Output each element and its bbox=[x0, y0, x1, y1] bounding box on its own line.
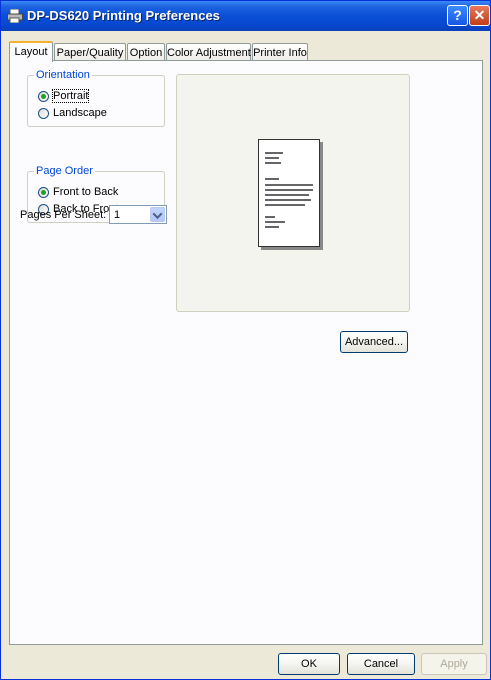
tab-printer-info[interactable]: Printer Info bbox=[252, 43, 308, 61]
page-order-legend: Page Order bbox=[34, 165, 95, 177]
help-icon: ? bbox=[453, 7, 462, 23]
title-bar[interactable]: DP-DS620 Printing Preferences ? ✕ bbox=[1, 1, 490, 31]
radio-icon bbox=[38, 107, 49, 119]
apply-button[interactable]: Apply bbox=[421, 653, 487, 675]
radio-selected-icon bbox=[38, 186, 49, 198]
printer-icon bbox=[7, 9, 23, 23]
portrait-label: Portrait bbox=[51, 89, 90, 103]
orientation-legend: Orientation bbox=[34, 69, 92, 81]
tab-option[interactable]: Option bbox=[127, 43, 165, 61]
pages-per-sheet-label: Pages Per Sheet: bbox=[20, 209, 107, 221]
tab-color-adjustment[interactable]: Color Adjustment bbox=[166, 43, 251, 61]
ok-button[interactable]: OK bbox=[278, 653, 340, 675]
tab-layout[interactable]: Layout bbox=[9, 41, 53, 62]
close-icon: ✕ bbox=[473, 7, 486, 23]
window-title: DP-DS620 Printing Preferences bbox=[27, 8, 220, 23]
front-to-back-label: Front to Back bbox=[53, 186, 119, 198]
page-preview-icon bbox=[258, 139, 320, 247]
portrait-radio[interactable]: Portrait bbox=[38, 89, 90, 103]
tab-paper-quality[interactable]: Paper/Quality bbox=[54, 43, 126, 61]
pages-per-sheet-value: 1 bbox=[114, 209, 121, 221]
radio-selected-icon bbox=[38, 90, 49, 102]
advanced-button[interactable]: Advanced... bbox=[340, 331, 408, 353]
orientation-group: Orientation Portrait Landscape bbox=[27, 69, 165, 127]
printing-preferences-dialog: DP-DS620 Printing Preferences ? ✕ Layout… bbox=[0, 0, 491, 680]
front-to-back-radio[interactable]: Front to Back bbox=[38, 185, 118, 199]
chevron-down-icon[interactable] bbox=[150, 207, 165, 222]
cancel-button[interactable]: Cancel bbox=[347, 653, 415, 675]
landscape-label: Landscape bbox=[53, 107, 107, 119]
landscape-radio[interactable]: Landscape bbox=[38, 106, 107, 120]
close-button[interactable]: ✕ bbox=[469, 5, 490, 26]
help-button[interactable]: ? bbox=[447, 5, 468, 26]
pages-per-sheet-select[interactable]: 1 bbox=[109, 205, 167, 224]
